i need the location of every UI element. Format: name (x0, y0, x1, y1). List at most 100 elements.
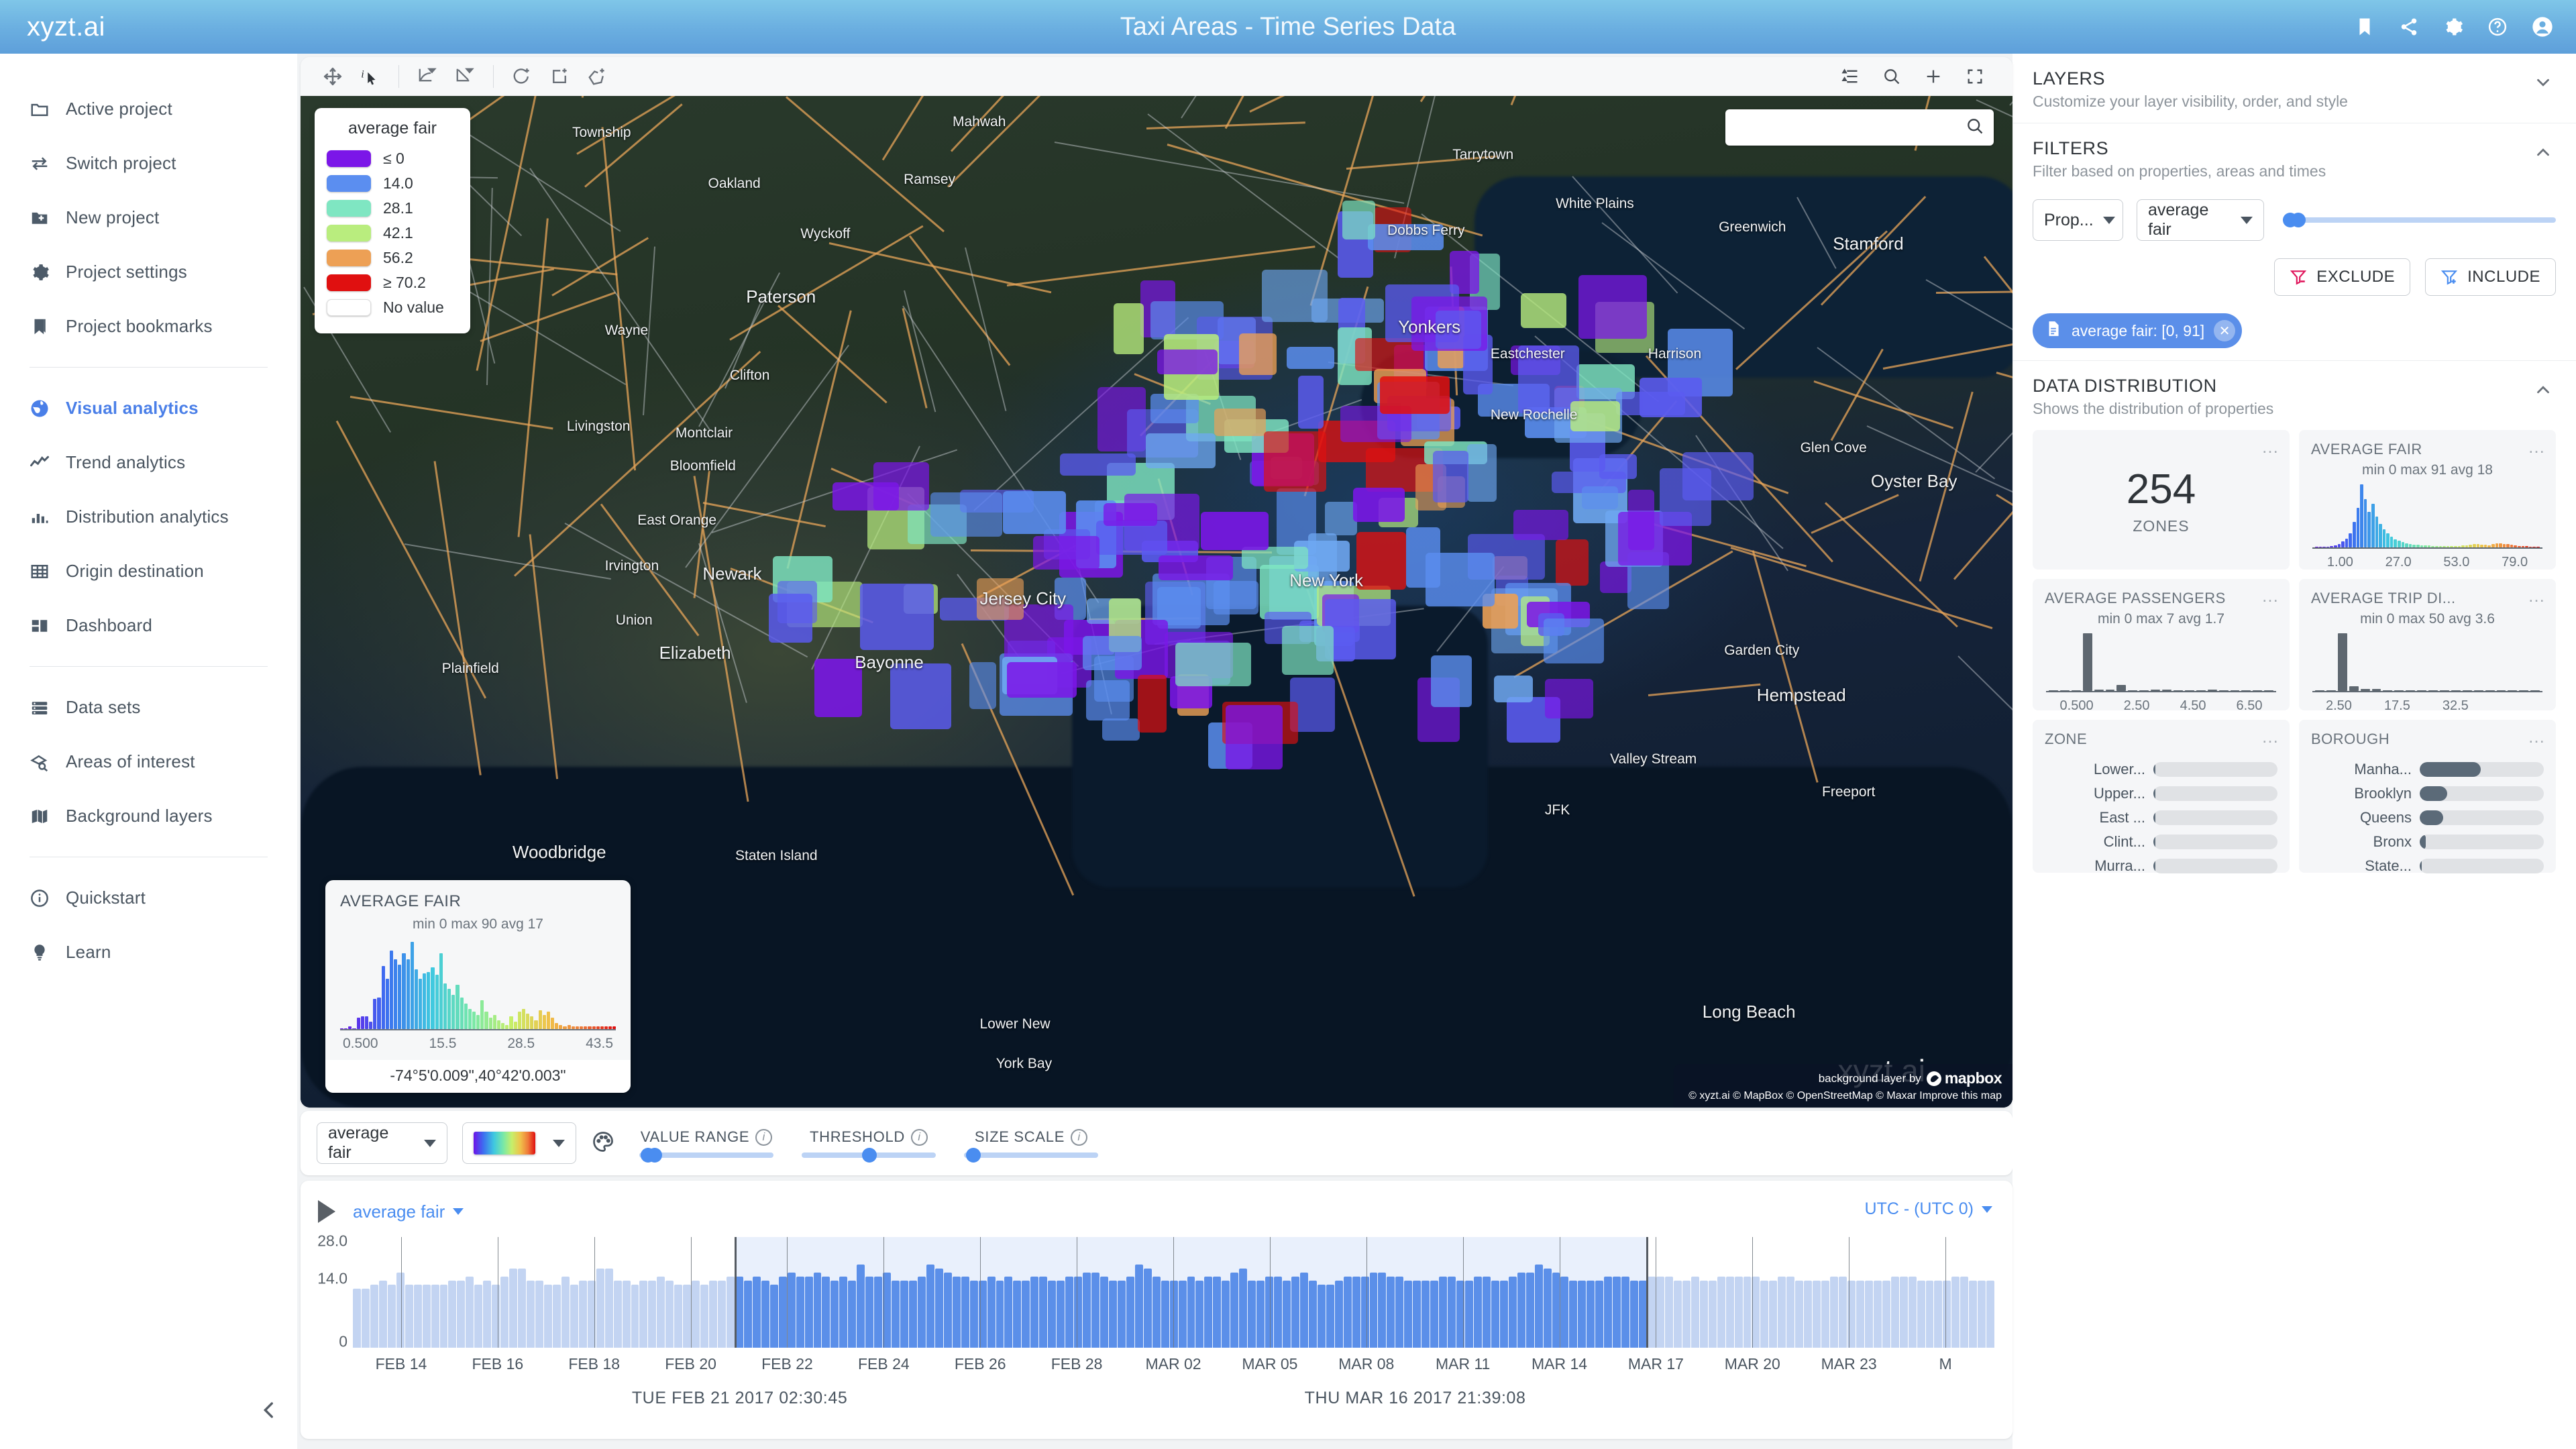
info-icon[interactable]: i (755, 1129, 772, 1146)
more-options-icon[interactable]: … (2261, 728, 2280, 745)
map-zone[interactable] (1239, 333, 1277, 375)
sidebar-collapse-button[interactable] (252, 1393, 286, 1428)
size-scale-slider[interactable] (964, 1152, 1098, 1158)
sidebar-item-project-bookmarks[interactable]: Project bookmarks (0, 299, 297, 354)
map-zone[interactable] (1033, 536, 1099, 570)
map-zone[interactable] (1287, 347, 1334, 369)
bookmark-icon[interactable] (2355, 17, 2375, 37)
sidebar-item-new-project[interactable]: New project (0, 191, 297, 245)
threshold-slider[interactable] (802, 1152, 936, 1158)
map-zone[interactable] (1083, 636, 1142, 670)
map-zone[interactable] (1060, 453, 1136, 476)
chevron-up-icon[interactable] (2533, 142, 2553, 166)
map-zone[interactable] (769, 594, 812, 643)
sidebar-item-distribution-analytics[interactable]: Distribution analytics (0, 490, 297, 544)
info-icon[interactable]: i (1071, 1129, 1087, 1146)
filter-property-select[interactable]: average fair (2137, 199, 2264, 241)
legend-row[interactable]: 42.1 (327, 221, 458, 246)
sidebar-item-trend-analytics[interactable]: Trend analytics (0, 435, 297, 490)
map-zone[interactable] (1380, 376, 1450, 414)
sidebar-item-dashboard[interactable]: Dashboard (0, 598, 297, 653)
legend-row[interactable]: 28.1 (327, 196, 458, 221)
map-zone[interactable] (1426, 553, 1495, 606)
color-palette-select[interactable] (462, 1122, 576, 1164)
map-zone[interactable] (1628, 490, 1654, 550)
add-polygon-icon[interactable] (578, 61, 616, 92)
sidebar-item-project-settings[interactable]: Project settings (0, 245, 297, 299)
map-zone[interactable] (1175, 643, 1251, 687)
sidebar-item-data-sets[interactable]: Data sets (0, 680, 297, 735)
map-zone[interactable] (1682, 452, 1754, 500)
map-zone[interactable] (873, 462, 929, 511)
map-zone[interactable] (1616, 392, 1685, 415)
category-row[interactable]: Bronx (2311, 830, 2544, 854)
map-zone[interactable] (1556, 539, 1589, 586)
add-circle-icon[interactable] (503, 61, 541, 92)
map-zone[interactable] (1226, 705, 1283, 770)
zoom-in-icon[interactable] (1915, 61, 1952, 92)
map-zone[interactable] (1086, 680, 1130, 720)
timeline-property-select[interactable]: average fair (353, 1201, 464, 1222)
map-zone[interactable] (1214, 409, 1266, 436)
category-row[interactable]: Lower... (2045, 757, 2277, 782)
legend-row[interactable]: No value (327, 295, 458, 320)
timezone-select[interactable]: UTC - (UTC 0) (1865, 1199, 1992, 1219)
map-zone[interactable] (1282, 626, 1334, 675)
timeline-selection-handle-end[interactable] (1646, 1237, 1648, 1348)
map-zone[interactable] (860, 584, 933, 649)
help-icon[interactable] (2487, 17, 2508, 37)
sidebar-item-active-project[interactable]: Active project (0, 82, 297, 136)
category-row[interactable]: State... (2311, 854, 2544, 878)
close-icon[interactable]: ✕ (2214, 320, 2235, 341)
map-zone[interactable] (1494, 676, 1533, 702)
map-zone[interactable] (1114, 303, 1144, 354)
map-zone[interactable] (1544, 619, 1604, 663)
map-zone[interactable] (1356, 532, 1406, 590)
chevron-down-icon[interactable] (2533, 72, 2553, 96)
active-filter-chip[interactable]: average fair: [0, 91] ✕ (2033, 313, 2242, 348)
map-zone[interactable] (1157, 350, 1217, 374)
exclude-button[interactable]: EXCLUDE (2274, 258, 2410, 296)
mapbox-logo[interactable]: mapbox (1927, 1069, 2002, 1087)
palette-icon[interactable] (591, 1130, 615, 1157)
map-zone[interactable] (1146, 433, 1215, 468)
map-zone[interactable] (1003, 491, 1066, 534)
map-zone[interactable] (1353, 488, 1405, 522)
sidebar-item-background-layers[interactable]: Background layers (0, 789, 297, 843)
sidebar-item-quickstart[interactable]: Quickstart (0, 871, 297, 925)
more-options-icon[interactable]: … (2261, 438, 2280, 455)
add-rectangle-icon[interactable] (541, 61, 578, 92)
fullscreen-icon[interactable] (1956, 61, 1994, 92)
map-zone[interactable] (1201, 512, 1269, 551)
sidebar-item-learn[interactable]: Learn (0, 925, 297, 979)
inspect-icon[interactable]: i (352, 61, 389, 92)
legend-row[interactable]: 56.2 (327, 246, 458, 270)
layer-list-icon[interactable] (1831, 61, 1869, 92)
play-icon[interactable] (318, 1200, 335, 1223)
timeline-plot[interactable] (353, 1237, 1994, 1348)
map-zone[interactable] (1104, 503, 1157, 526)
map-zone[interactable] (1570, 401, 1619, 431)
category-row[interactable]: Murra... (2045, 854, 2277, 878)
info-icon[interactable]: i (911, 1129, 928, 1146)
map-zone[interactable] (1545, 679, 1593, 718)
legend-row[interactable]: 14.0 (327, 171, 458, 196)
map-zone[interactable] (930, 492, 1002, 537)
slider-knob[interactable] (966, 1148, 981, 1163)
legend-row[interactable]: ≥ 70.2 (327, 270, 458, 295)
map-zone[interactable] (1152, 574, 1229, 625)
sidebar-item-switch-project[interactable]: Switch project (0, 136, 297, 191)
share-icon[interactable] (2399, 17, 2419, 37)
polygon-filter-exclude-icon[interactable] (446, 61, 484, 92)
include-button[interactable]: INCLUDE (2425, 258, 2556, 296)
filter-type-select[interactable]: Prop... (2033, 199, 2123, 241)
map-zone[interactable] (1433, 451, 1468, 503)
timeline-selection-handle-start[interactable] (735, 1237, 737, 1348)
more-options-icon[interactable]: … (2528, 438, 2546, 455)
slider-knob-high[interactable] (647, 1148, 662, 1163)
category-row[interactable]: Manha... (2311, 757, 2544, 782)
gear-icon[interactable] (2443, 17, 2463, 37)
search-icon[interactable] (1873, 61, 1911, 92)
more-options-icon[interactable]: … (2261, 587, 2280, 604)
sidebar-item-origin-destination[interactable]: Origin destination (0, 544, 297, 598)
